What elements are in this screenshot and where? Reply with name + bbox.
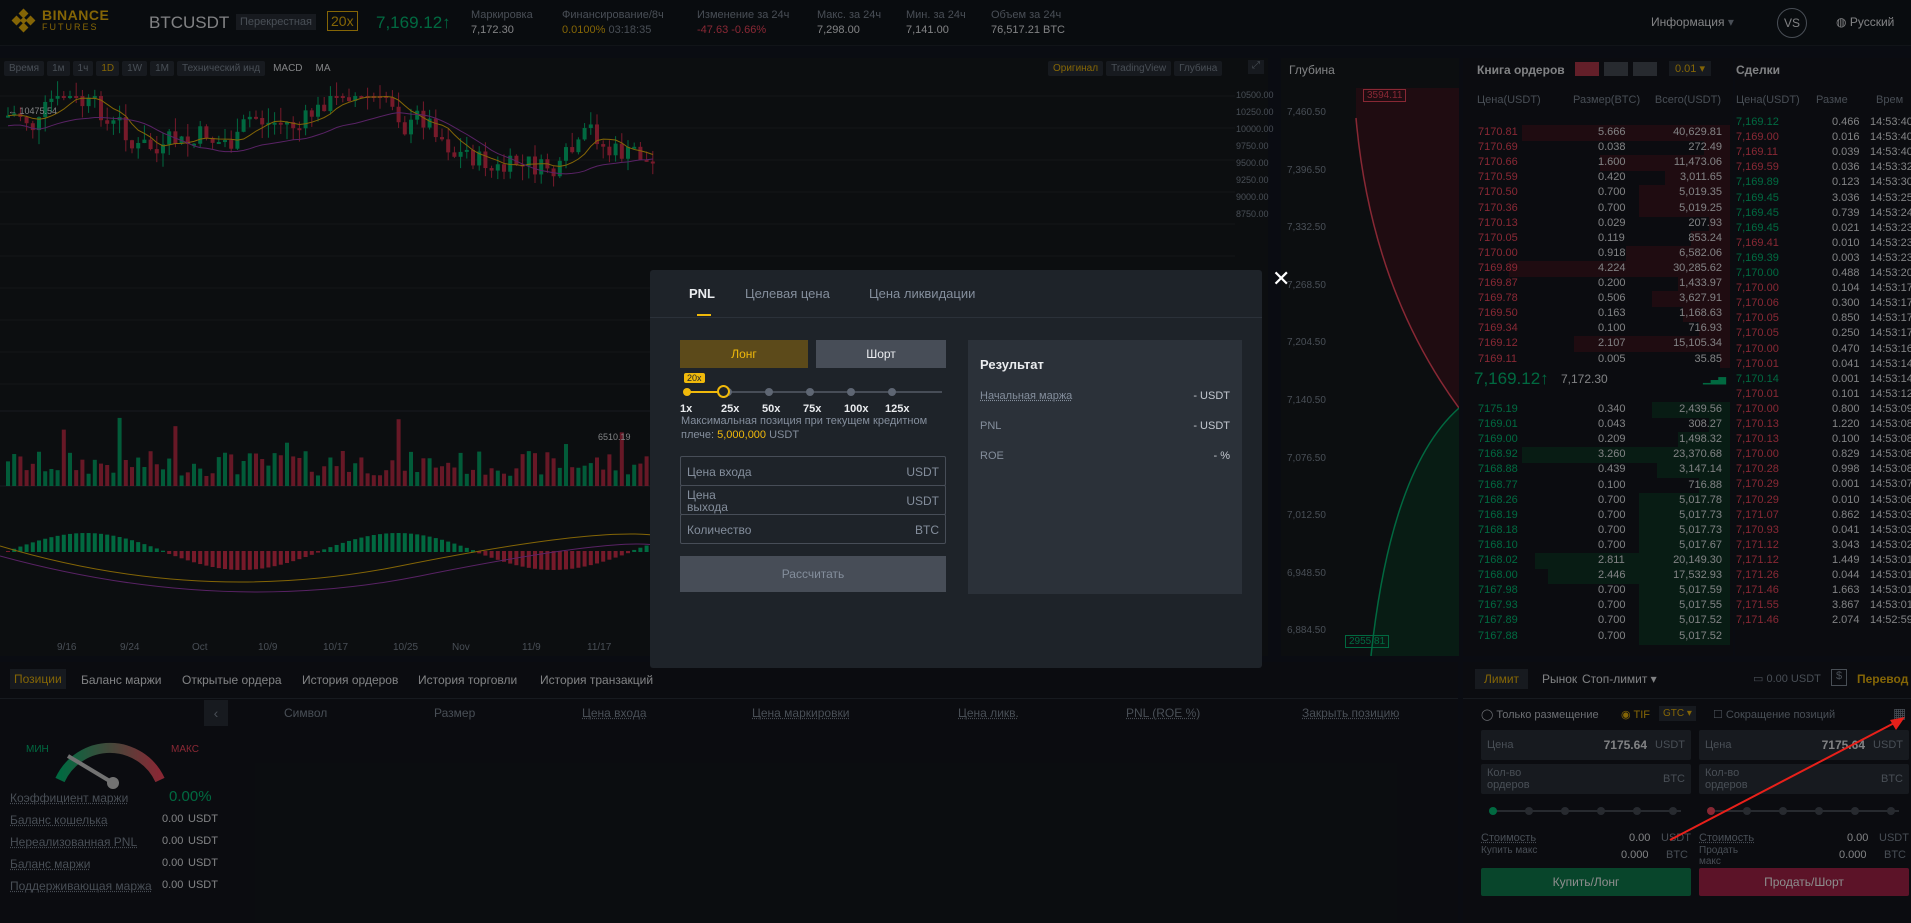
result-panel: Результат Начальная маржа - USDT PNL - USDT… xyxy=(968,340,1242,594)
leverage-dot[interactable] xyxy=(847,388,855,396)
result-label: ROE xyxy=(980,450,1004,462)
result-label: Начальная маржа xyxy=(980,390,1073,402)
result-value: - % xyxy=(1213,450,1231,462)
result-title: Результат xyxy=(980,357,1044,372)
calc-tab[interactable]: Целевая цена xyxy=(745,286,830,301)
calc-tab[interactable]: PNL xyxy=(689,286,715,301)
calc-tab[interactable]: Цена ликвидации xyxy=(869,286,975,301)
leverage-dot[interactable] xyxy=(806,388,814,396)
calculator-modal: PNL Целевая цена Цена ликвидации Лонг Шорт… xyxy=(650,270,1262,668)
long-button[interactable]: Лонг xyxy=(680,340,808,368)
result-value: - USDT xyxy=(1193,390,1230,402)
annotation-arrow xyxy=(1669,717,1905,841)
calc-tab-underline xyxy=(697,314,711,316)
entry-price-input[interactable]: Цена входа USDT xyxy=(680,456,946,486)
close-icon[interactable]: ✕ xyxy=(1272,266,1290,292)
leverage-badge: 20x xyxy=(684,373,705,383)
leverage-handle[interactable] xyxy=(717,385,730,398)
max-position-info: Максимальная позиция при текущем кредитн… xyxy=(681,415,928,441)
exit-price-input[interactable]: Цена выхода USDT xyxy=(680,485,946,515)
leverage-dot[interactable] xyxy=(888,388,896,396)
result-value: - USDT xyxy=(1193,420,1230,432)
calculate-button[interactable]: Рассчитать xyxy=(680,556,946,592)
result-label: PNL xyxy=(980,420,1002,432)
quantity-input[interactable]: Количество BTC xyxy=(680,514,946,544)
leverage-dot[interactable] xyxy=(683,388,691,396)
short-button[interactable]: Шорт xyxy=(816,340,946,368)
leverage-dot[interactable] xyxy=(765,388,773,396)
